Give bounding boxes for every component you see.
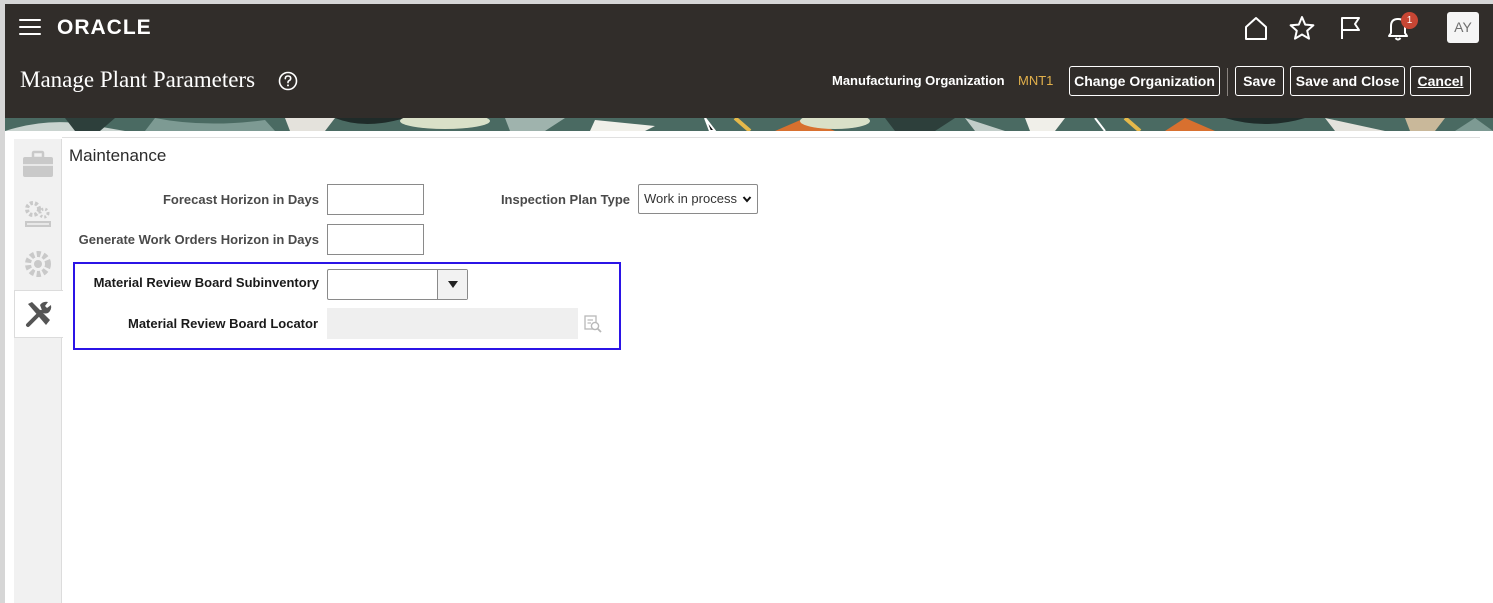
generate-work-orders-horizon-label: Generate Work Orders Horizon in Days: [78, 232, 319, 247]
side-tab-maintenance[interactable]: [14, 290, 63, 338]
content-divider: [62, 137, 1480, 138]
side-tab-gears[interactable]: [14, 190, 62, 238]
tools-icon: [26, 301, 52, 327]
forecast-horizon-label: Forecast Horizon in Days: [162, 192, 319, 207]
flag-icon[interactable]: [1336, 14, 1364, 42]
mrb-subinventory-dropdown-button[interactable]: [437, 270, 467, 299]
side-tab-briefcase[interactable]: [14, 140, 62, 188]
home-icon[interactable]: [1242, 14, 1270, 42]
change-organization-button[interactable]: Change Organization: [1069, 66, 1220, 96]
inspection-plan-type-select[interactable]: Work in process: [638, 184, 758, 214]
gears-icon: [25, 201, 51, 227]
avatar[interactable]: AY: [1447, 12, 1479, 43]
org-label: Manufacturing Organization: [832, 73, 1005, 88]
save-button[interactable]: Save: [1235, 66, 1284, 96]
star-icon[interactable]: [1288, 14, 1316, 42]
page-title: Manage Plant Parameters: [20, 67, 256, 92]
save-and-close-button[interactable]: Save and Close: [1290, 66, 1405, 96]
forecast-horizon-input[interactable]: [327, 184, 424, 215]
notification-badge: 1: [1401, 12, 1418, 29]
cancel-button[interactable]: Cancel: [1410, 66, 1471, 96]
search-icon[interactable]: [583, 314, 603, 334]
help-icon[interactable]: [278, 71, 298, 91]
inspection-plan-type-value: Work in process: [644, 191, 737, 206]
hamburger-icon[interactable]: [19, 19, 41, 37]
mrb-locator-input: [327, 308, 578, 339]
oracle-logo[interactable]: ORACLE: [57, 16, 152, 40]
section-title: Maintenance: [69, 146, 167, 165]
chevron-down-icon: [447, 280, 458, 288]
gear-icon: [25, 251, 51, 277]
org-value: MNT1: [1018, 73, 1054, 88]
mrb-subinventory-combobox[interactable]: [327, 269, 468, 300]
mrb-locator-label: Material Review Board Locator: [128, 316, 318, 331]
global-header: ORACLE 1 AY Manage Plant Parameters Manu…: [5, 4, 1493, 118]
button-separator: [1227, 68, 1228, 96]
mrb-subinventory-label: Material Review Board Subinventory: [93, 275, 319, 290]
decorative-banner: [5, 118, 1493, 131]
inspection-plan-type-label: Inspection Plan Type: [500, 192, 630, 207]
briefcase-icon: [23, 150, 53, 177]
generate-work-orders-horizon-input[interactable]: [327, 224, 424, 255]
chevron-down-icon: [742, 196, 752, 203]
side-tab-settings[interactable]: [14, 240, 62, 288]
